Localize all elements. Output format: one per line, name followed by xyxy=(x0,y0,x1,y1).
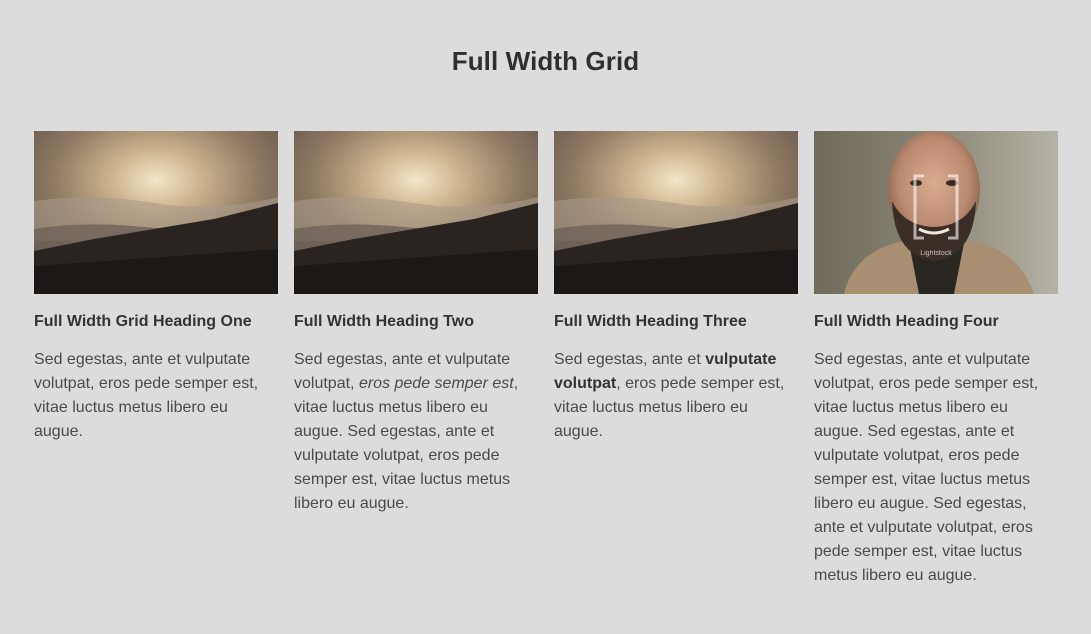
card-text: Sed egestas, ante et vulputate volutpat,… xyxy=(554,348,798,444)
card-text: Sed egestas, ante et vulputate volutpat,… xyxy=(814,351,1039,584)
landscape-sunset-image xyxy=(294,131,538,294)
card-image-landscape[interactable] xyxy=(34,131,278,294)
portrait-man-image: Lightstock xyxy=(814,131,1058,294)
card-image-landscape[interactable] xyxy=(554,131,798,294)
page-title: Full Width Grid xyxy=(451,46,640,76)
landscape-sunset-image xyxy=(34,131,278,294)
card-heading: Full Width Heading Three xyxy=(554,313,747,330)
card-text-emphasis: eros pede semper est xyxy=(358,375,514,392)
grid-card-three: Full Width Heading Three Sed egestas, an… xyxy=(554,131,798,588)
card-text: Sed egestas, ante et vulputate volutpat,… xyxy=(294,348,538,516)
full-width-grid: Full Width Grid Heading One Sed egestas,… xyxy=(34,131,1059,588)
grid-card-one: Full Width Grid Heading One Sed egestas,… xyxy=(34,131,278,588)
watermark-text: Lightstock xyxy=(920,250,952,257)
grid-card-two: Full Width Heading Two Sed egestas, ante… xyxy=(294,131,538,588)
grid-card-four: Lightstock Full Width Heading Four Sed e… xyxy=(814,131,1058,588)
card-heading: Full Width Heading Two xyxy=(294,313,474,330)
card-text-part: , vitae luctus metus libero eu augue. Se… xyxy=(294,375,519,512)
card-image-portrait[interactable]: Lightstock xyxy=(814,131,1058,294)
card-text-part: Sed egestas, ante et xyxy=(554,351,706,368)
landscape-sunset-image xyxy=(554,131,798,294)
card-heading: Full Width Heading Four xyxy=(814,313,999,330)
card-image-landscape[interactable] xyxy=(294,131,538,294)
card-heading: Full Width Grid Heading One xyxy=(34,313,252,330)
card-text: Sed egestas, ante et vulputate volutpat,… xyxy=(34,351,259,440)
